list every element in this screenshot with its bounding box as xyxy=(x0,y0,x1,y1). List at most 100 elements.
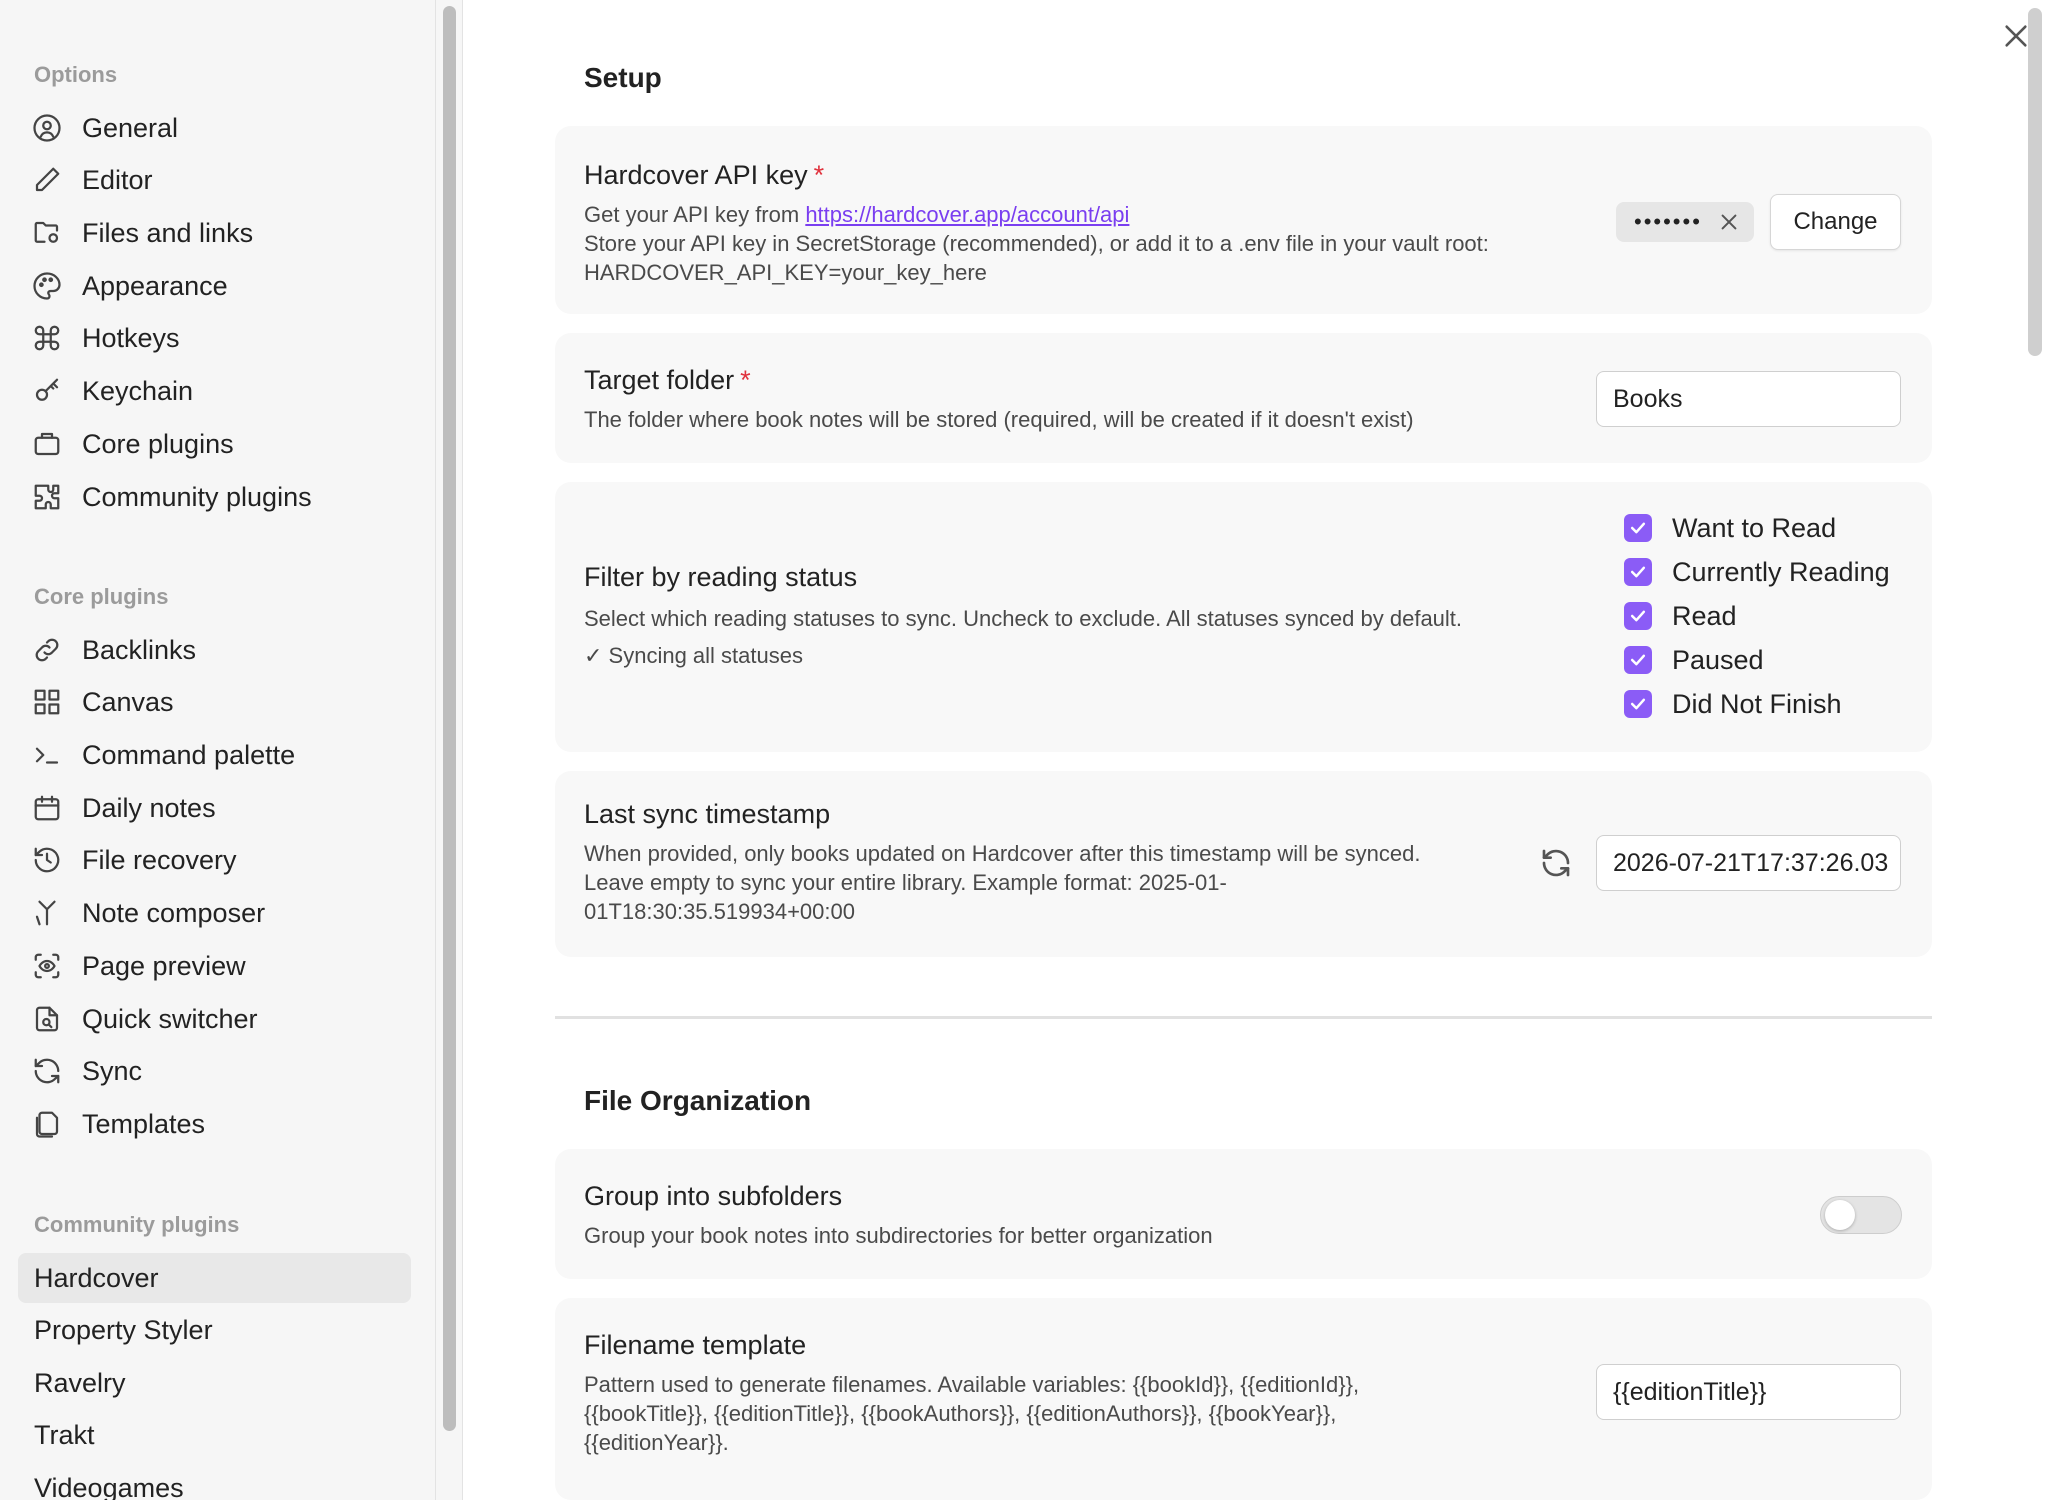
setting-description: The folder where book notes will be stor… xyxy=(584,407,1414,432)
checkbox-checked-icon[interactable] xyxy=(1624,602,1652,630)
user-circle-icon xyxy=(32,113,62,143)
setting-description-line2: {{bookTitle}}, {{editionTitle}}, {{bookA… xyxy=(584,1401,1337,1426)
sidebar-section-core-plugins: Core plugins xyxy=(34,584,169,609)
sidebar-item-editor[interactable]: Editor xyxy=(18,155,411,205)
setting-description-line3: HARDCOVER_API_KEY=your_key_here xyxy=(584,260,987,285)
key-icon xyxy=(32,376,62,406)
folder-cog-icon xyxy=(32,218,62,248)
sidebar-item-label: Keychain xyxy=(82,375,194,406)
setting-title: Target folder * xyxy=(584,365,751,395)
sidebar-item-community-plugins[interactable]: Community plugins xyxy=(18,472,411,522)
refresh-icon xyxy=(32,1056,62,1086)
sidebar-item-ravelry[interactable]: Ravelry xyxy=(18,1358,411,1408)
checkbox-label: Currently Reading xyxy=(1672,556,1890,587)
sidebar-item-label: Canvas xyxy=(82,686,174,717)
sidebar-item-label: Sync xyxy=(82,1055,143,1086)
sidebar-scrollbar[interactable] xyxy=(443,6,456,1431)
subfolders-toggle[interactable] xyxy=(1820,1196,1902,1234)
sidebar-item-label: Files and links xyxy=(82,217,254,248)
sidebar-item-label: Trakt xyxy=(34,1419,95,1450)
checkbox-checked-icon[interactable] xyxy=(1624,690,1652,718)
status-checkbox-paused[interactable]: Paused xyxy=(1624,640,1764,680)
sidebar-item-daily-notes[interactable]: Daily notes xyxy=(18,783,411,833)
target-folder-input[interactable]: Books xyxy=(1596,371,1901,427)
refresh-icon xyxy=(1542,849,1570,877)
sidebar-item-label: File recovery xyxy=(82,844,237,875)
status-checkbox-read[interactable]: Read xyxy=(1624,596,1737,636)
sidebar-item-label: Quick switcher xyxy=(82,1003,258,1034)
sidebar-item-appearance[interactable]: Appearance xyxy=(18,261,411,311)
clear-secret-button[interactable] xyxy=(1718,211,1740,233)
sidebar-item-property-styler[interactable]: Property Styler xyxy=(18,1305,411,1355)
checkbox-label: Want to Read xyxy=(1672,512,1837,543)
checkbox-checked-icon[interactable] xyxy=(1624,558,1652,586)
setting-title: Group into subfolders xyxy=(584,1181,843,1211)
close-icon xyxy=(1721,214,1737,230)
setting-description-line2: Leave empty to sync your entire library.… xyxy=(584,870,1227,895)
required-mark: * xyxy=(740,365,751,395)
checkbox-label: Paused xyxy=(1672,644,1764,675)
sidebar-item-canvas[interactable]: Canvas xyxy=(18,677,411,727)
last-sync-timestamp-input[interactable]: 2026-07-21T17:37:26.03 xyxy=(1596,835,1901,891)
setting-title: Filename template xyxy=(584,1330,807,1360)
setting-description-line3: 01T18:30:35.519934+00:00 xyxy=(584,899,855,924)
sidebar-section-community-plugins: Community plugins xyxy=(34,1212,240,1237)
setting-description: Pattern used to generate filenames. Avai… xyxy=(584,1372,1360,1397)
merge-icon xyxy=(32,898,62,928)
sidebar-item-label: Videogames xyxy=(34,1472,184,1500)
files-icon xyxy=(32,1109,62,1139)
sidebar-item-templates[interactable]: Templates xyxy=(18,1099,411,1149)
sidebar-item-hotkeys[interactable]: Hotkeys xyxy=(18,313,411,363)
layout-grid-icon xyxy=(32,687,62,717)
sidebar-item-label: Page preview xyxy=(82,950,246,981)
close-icon xyxy=(2005,25,2027,47)
scan-eye-icon xyxy=(32,951,62,981)
change-api-key-button[interactable]: Change xyxy=(1770,194,1901,250)
sidebar-item-files-and-links[interactable]: Files and links xyxy=(18,208,411,258)
sidebar-item-label: Daily notes xyxy=(82,792,216,823)
setting-title: Hardcover API key * xyxy=(584,160,825,190)
checkbox-label: Read xyxy=(1672,600,1737,631)
sidebar-item-label: Command palette xyxy=(82,739,296,770)
file-search-icon xyxy=(32,1004,62,1034)
setting-title: Filter by reading status xyxy=(584,562,858,592)
sidebar-item-label: Backlinks xyxy=(82,634,197,665)
sidebar-item-general[interactable]: General xyxy=(18,103,411,153)
reset-timestamp-button[interactable] xyxy=(1539,846,1573,880)
toggle-knob xyxy=(1825,1200,1855,1230)
sidebar-item-label: Note composer xyxy=(82,897,266,928)
checkbox-checked-icon[interactable] xyxy=(1624,646,1652,674)
sidebar-item-sync[interactable]: Sync xyxy=(18,1046,411,1096)
sidebar-item-label: Core plugins xyxy=(82,428,234,459)
sidebar-item-command-palette[interactable]: Command palette xyxy=(18,730,411,780)
setting-title: Last sync timestamp xyxy=(584,799,831,829)
checkbox-checked-icon[interactable] xyxy=(1624,514,1652,542)
api-key-link[interactable]: https://hardcover.app/account/api xyxy=(805,202,1129,227)
sidebar-item-label: Appearance xyxy=(82,270,228,301)
content-scrollbar[interactable] xyxy=(2028,8,2042,356)
sidebar-item-keychain[interactable]: Keychain xyxy=(18,366,411,416)
sidebar-item-core-plugins[interactable]: Core plugins xyxy=(18,419,411,469)
section-divider xyxy=(555,1016,1932,1019)
sidebar-item-trakt[interactable]: Trakt xyxy=(18,1410,411,1460)
sidebar-item-quick-switcher[interactable]: Quick switcher xyxy=(18,994,411,1044)
puzzle-icon xyxy=(32,482,62,512)
setting-description-line2: Store your API key in SecretStorage (rec… xyxy=(584,231,1489,256)
section-heading-file-organization: File Organization xyxy=(584,1085,812,1116)
sidebar-item-note-composer[interactable]: Note composer xyxy=(18,888,411,938)
sidebar-item-videogames[interactable]: Videogames xyxy=(18,1463,411,1500)
sidebar-item-label: Property Styler xyxy=(34,1314,213,1345)
sidebar-item-backlinks[interactable]: Backlinks xyxy=(18,625,411,675)
sidebar-item-file-recovery[interactable]: File recovery xyxy=(18,835,411,885)
status-checkbox-currently-reading[interactable]: Currently Reading xyxy=(1624,552,1890,592)
sync-status-note: ✓ Syncing all statuses xyxy=(584,643,803,668)
sidebar-item-page-preview[interactable]: Page preview xyxy=(18,941,411,991)
filename-template-input[interactable]: {{editionTitle}} xyxy=(1596,1364,1901,1420)
status-checkbox-did-not-finish[interactable]: Did Not Finish xyxy=(1624,684,1842,724)
sidebar-item-hardcover[interactable]: Hardcover xyxy=(18,1253,411,1303)
sidebar-item-label: Templates xyxy=(82,1108,206,1139)
setting-description-line3: {{editionYear}}. xyxy=(584,1430,729,1455)
sidebar-item-label: Ravelry xyxy=(34,1367,126,1398)
status-checkbox-want-to-read[interactable]: Want to Read xyxy=(1624,508,1836,548)
checkbox-label: Did Not Finish xyxy=(1672,688,1842,719)
